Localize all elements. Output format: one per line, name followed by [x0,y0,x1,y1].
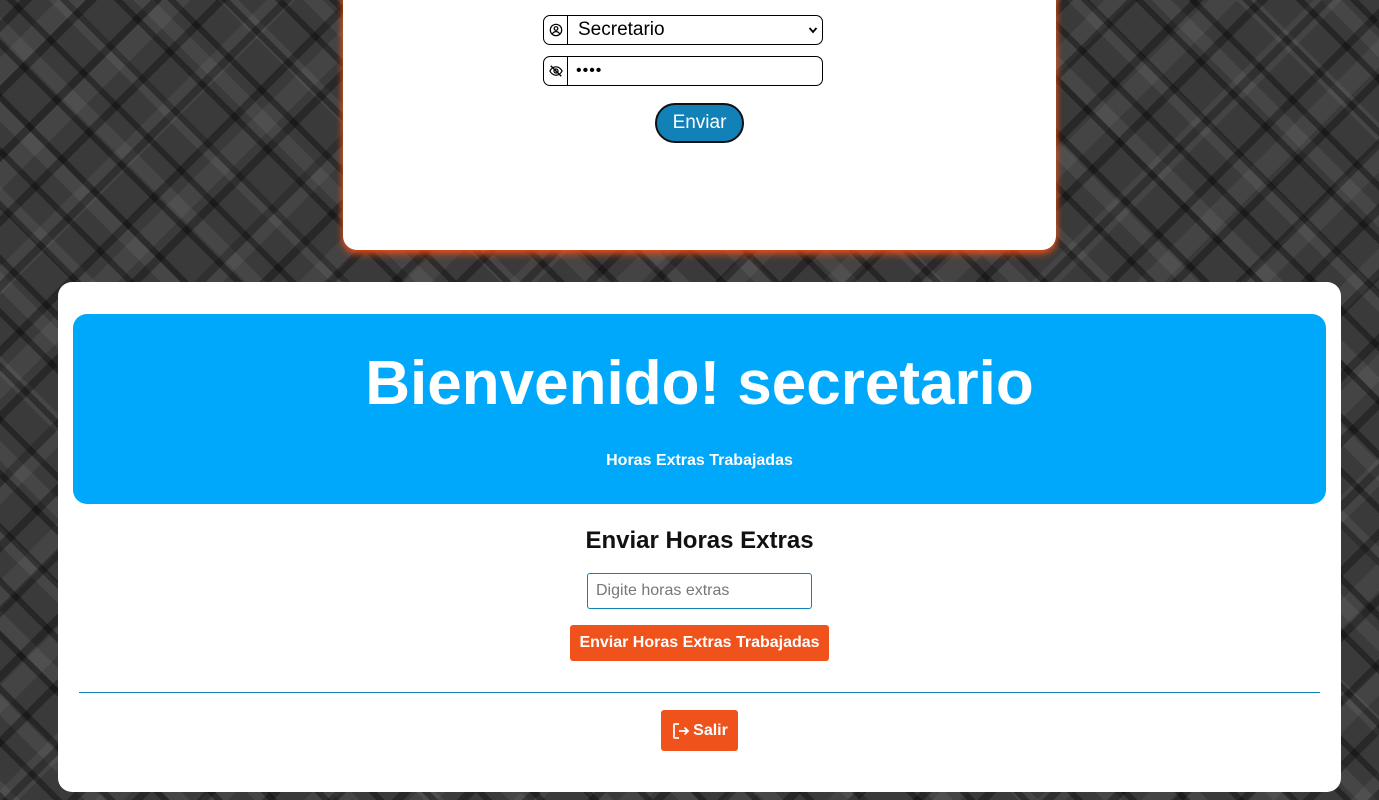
section-title: Enviar Horas Extras [585,527,814,554]
chevron-down-icon [808,27,818,34]
role-select[interactable]: Secretario [568,16,822,44]
submit-extra-hours-button[interactable]: Enviar Horas Extras Trabajadas [570,625,829,661]
login-card: Secretario •••• Enviar [343,0,1056,250]
welcome-banner: Bienvenido! secretario Horas Extras Trab… [73,314,1326,504]
dashboard-card: Bienvenido! secretario Horas Extras Trab… [58,282,1341,792]
role-select-value: Secretario [578,19,665,40]
role-select-field[interactable]: Secretario [543,15,823,45]
logout-button[interactable]: Salir [661,710,738,751]
welcome-subtitle: Horas Extras Trabajadas [606,452,793,469]
password-field[interactable]: •••• [543,56,823,86]
extra-hours-input[interactable] [587,573,812,609]
logout-label: Salir [693,721,728,739]
user-circle-icon [544,16,568,44]
password-input[interactable]: •••• [568,57,822,85]
welcome-title: Bienvenido! secretario [365,349,1034,418]
login-submit-button[interactable]: Enviar [655,103,744,143]
eye-slash-icon[interactable] [544,57,568,85]
divider [79,692,1320,693]
sign-out-icon [673,722,690,739]
